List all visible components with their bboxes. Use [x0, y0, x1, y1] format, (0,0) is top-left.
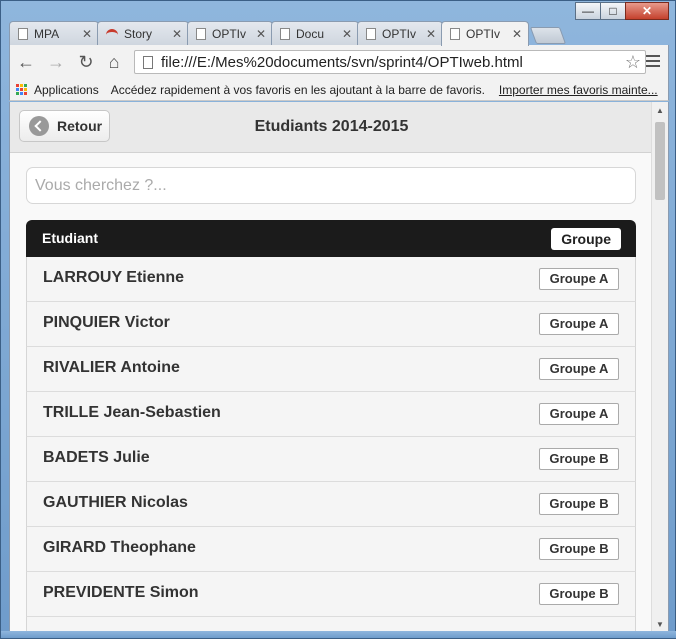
address-bar[interactable]: file:///E:/Mes%20documents/svn/sprint4/O…	[134, 50, 646, 74]
back-arrow-icon[interactable]: ←	[16, 52, 36, 73]
tab-6-active[interactable]: OPTIv ✕	[441, 21, 529, 46]
close-icon[interactable]: ✕	[172, 27, 182, 41]
home-icon[interactable]: ⌂	[104, 52, 124, 73]
student-list: Etudiant Groupe LARROUY Etienne Groupe A…	[26, 220, 636, 633]
tab-label: Story	[124, 26, 153, 41]
list-item[interactable]: BADETS Julie Groupe B	[26, 437, 636, 482]
student-name: TRILLE Jean-Sebastien	[43, 404, 221, 421]
list-item[interactable]: GAUTHIER Nicolas Groupe B	[26, 482, 636, 527]
page-icon	[366, 27, 376, 40]
close-icon[interactable]: ✕	[256, 27, 266, 41]
tab-label: OPTIv	[212, 26, 247, 41]
close-icon[interactable]: ✕	[82, 27, 92, 41]
window-controls: — □ ✕	[575, 2, 669, 20]
student-name: LARROUY Etienne	[43, 269, 185, 286]
student-name: GAUTHIER Nicolas	[43, 494, 188, 511]
browser-toolbar: ← → ↻ ⌂ file:///E:/Mes%20documents/svn/s…	[9, 45, 669, 79]
group-badge[interactable]: Groupe B	[539, 538, 619, 560]
bookmarks-hint: Accédez rapidement à vos favoris en les …	[110, 82, 485, 97]
close-window-button[interactable]: ✕	[625, 2, 669, 20]
group-badge[interactable]: Groupe A	[539, 268, 619, 290]
student-name: PINQUIER Victor	[43, 314, 170, 331]
tab-label: OPTIv	[466, 27, 501, 41]
apps-link[interactable]: Applications	[34, 83, 99, 97]
group-badge[interactable]: Groupe A	[539, 313, 619, 335]
menu-icon[interactable]	[646, 55, 660, 70]
group-badge[interactable]: Groupe A	[539, 358, 619, 380]
bookmarks-bar: Applications Accédez rapidement à vos fa…	[9, 79, 669, 101]
group-badge[interactable]: Groupe B	[539, 448, 619, 470]
tab-1[interactable]: MPA ✕	[9, 21, 99, 45]
list-header: Etudiant Groupe	[26, 220, 636, 257]
vertical-scrollbar[interactable]: ▲ ▼	[651, 102, 668, 633]
tab-3[interactable]: OPTIv ✕	[187, 21, 273, 45]
scrollbar-thumb[interactable]	[655, 122, 665, 200]
tab-label: OPTIv	[382, 26, 417, 41]
student-name: PREVIDENTE Simon	[43, 584, 199, 601]
student-column-label: Etudiant	[42, 230, 98, 246]
scroll-down-arrow-icon[interactable]: ▼	[656, 620, 664, 629]
search-input[interactable]	[26, 167, 636, 204]
browser-window: — □ ✕ MPA ✕ Story ✕ OPTIv ✕ Docu ✕ OPTIv…	[0, 0, 676, 639]
close-icon[interactable]: ✕	[512, 27, 522, 41]
import-bookmarks-link[interactable]: Importer mes favoris mainte...	[499, 83, 658, 97]
list-item[interactable]: PINQUIER Victor Groupe A	[26, 302, 636, 347]
page-icon	[18, 27, 28, 40]
story-icon	[106, 28, 118, 39]
tab-strip: MPA ✕ Story ✕ OPTIv ✕ Docu ✕ OPTIv ✕ OPT…	[9, 21, 669, 46]
tab-5[interactable]: OPTIv ✕	[357, 21, 443, 45]
maximize-button[interactable]: □	[600, 2, 626, 20]
minimize-button[interactable]: —	[575, 2, 601, 20]
tab-label: Docu	[296, 26, 325, 41]
list-item[interactable]: TRILLE Jean-Sebastien Groupe A	[26, 392, 636, 437]
page-icon	[196, 27, 206, 40]
page-title: Etudiants 2014-2015	[254, 118, 409, 135]
list-item[interactable]: LARROUY Etienne Groupe A	[26, 257, 636, 302]
list-item[interactable]: RIVALIER Antoine Groupe A	[26, 347, 636, 392]
reload-icon[interactable]: ↻	[76, 52, 96, 73]
close-icon[interactable]: ✕	[342, 27, 352, 41]
group-sort-button[interactable]: Groupe	[551, 228, 621, 250]
page-icon	[450, 28, 460, 40]
close-icon[interactable]: ✕	[426, 27, 436, 41]
page-icon	[280, 27, 290, 40]
group-badge[interactable]: Groupe A	[539, 403, 619, 425]
group-badge[interactable]: Groupe B	[539, 493, 619, 515]
apps-icon[interactable]	[16, 83, 28, 96]
list-item[interactable]: GIRARD Theophane Groupe B	[26, 527, 636, 572]
group-badge[interactable]: Groupe B	[539, 583, 619, 605]
new-tab-button[interactable]	[529, 27, 567, 44]
scroll-up-arrow-icon[interactable]: ▲	[656, 106, 664, 115]
page-header: Retour Etudiants 2014-2015	[10, 102, 653, 153]
page-icon	[143, 55, 153, 69]
tab-4[interactable]: Docu ✕	[271, 21, 359, 45]
student-name: RIVALIER Antoine	[43, 359, 180, 376]
tab-2[interactable]: Story ✕	[97, 21, 189, 45]
student-name: GIRARD Theophane	[43, 539, 196, 556]
window-bottom-border	[1, 631, 676, 638]
list-item[interactable]: PREVIDENTE Simon Groupe B	[26, 572, 636, 617]
forward-arrow-icon[interactable]: →	[46, 52, 66, 73]
url-text[interactable]: file:///E:/Mes%20documents/svn/sprint4/O…	[161, 54, 625, 71]
tab-label: MPA	[34, 26, 60, 41]
student-name: BADETS Julie	[43, 449, 150, 466]
page-viewport: Retour Etudiants 2014-2015 Etudiant Grou…	[9, 102, 669, 633]
star-icon[interactable]: ☆	[625, 52, 641, 73]
